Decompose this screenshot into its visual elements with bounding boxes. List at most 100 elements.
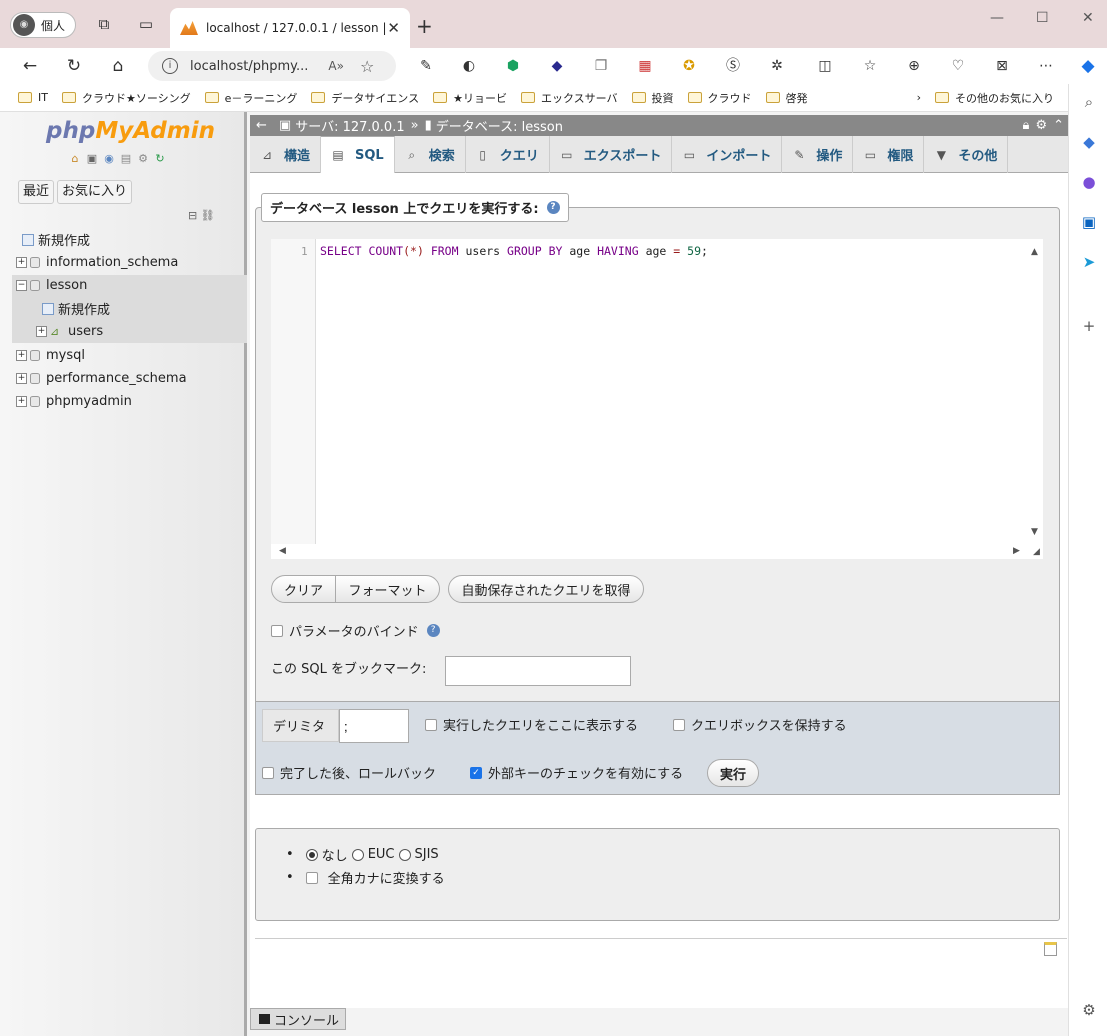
charset-sjis-radio[interactable]	[398, 848, 411, 861]
screenshot-icon[interactable]: ⊠	[992, 56, 1012, 76]
bookmark-folder[interactable]: エックスサーバ	[520, 90, 618, 106]
tree-new-db[interactable]: 新規作成	[22, 228, 90, 251]
tree-db-information-schema[interactable]: + information_schema	[16, 251, 178, 274]
close-window-icon[interactable]: ✕	[1082, 10, 1094, 26]
tab-structure[interactable]: ⊿ 構造	[250, 136, 322, 173]
tab-actions-icon[interactable]: ▭	[136, 14, 156, 34]
logout-icon[interactable]: ▣	[85, 152, 99, 166]
address-bar[interactable]: i localhost/phpmy... A» ☆	[148, 51, 396, 81]
breadcrumb-database[interactable]: データベース: lesson	[436, 116, 563, 135]
expand-icon[interactable]: +	[16, 396, 27, 407]
clear-button[interactable]: クリア	[271, 575, 336, 603]
format-button[interactable]: フォーマット	[335, 575, 440, 603]
tree-db-lesson[interactable]: − lesson	[16, 274, 87, 297]
favorite-star-icon[interactable]: ☆	[360, 57, 374, 76]
s-extension-icon[interactable]: Ⓢ	[723, 56, 743, 76]
maximize-icon[interactable]: ☐	[1036, 10, 1049, 26]
get-autosaved-button[interactable]: 自動保存されたクエリを取得	[448, 575, 644, 603]
layers-extension-icon[interactable]: ◆	[547, 56, 567, 76]
bookmark-folder[interactable]: 啓発	[765, 90, 808, 106]
expand-icon[interactable]: +	[16, 257, 27, 268]
tab-operations[interactable]: ✎ 操作	[782, 136, 854, 173]
collapse-link-icons[interactable]: ⊟ ⛓	[188, 209, 215, 222]
tree-db-performance-schema[interactable]: + performance_schema	[16, 367, 187, 390]
add-sidebar-icon[interactable]: +	[1079, 316, 1099, 336]
page-settings-icon[interactable]: ⚙	[1035, 118, 1047, 133]
scroll-right-icon[interactable]: ▶	[1013, 546, 1020, 556]
keep-box-checkbox[interactable]	[673, 718, 685, 731]
bookmark-input[interactable]	[445, 656, 631, 686]
tab-sql[interactable]: ▤ SQL	[321, 136, 395, 173]
collections-icon[interactable]: ⊕	[904, 56, 924, 76]
back-icon[interactable]: ←	[18, 54, 42, 78]
rollback-checkbox[interactable]	[262, 766, 274, 779]
copy-extension-icon[interactable]: ❐	[591, 56, 611, 76]
bookmark-folder[interactable]: 投資	[631, 90, 674, 106]
sidebar-settings-icon[interactable]: ⚙	[1079, 1000, 1099, 1020]
refresh-icon[interactable]: ↻	[62, 54, 86, 78]
bookmark-folder[interactable]: IT	[18, 91, 48, 104]
tab-search[interactable]: ⌕ 検索	[395, 136, 466, 173]
scroll-up-icon[interactable]: ▲	[1031, 247, 1038, 257]
collapse-top-icon[interactable]: ⌃	[1053, 118, 1064, 133]
outlook-icon[interactable]: ▣	[1079, 212, 1099, 232]
read-aloud-icon[interactable]: A»	[328, 59, 344, 73]
collapse-icon[interactable]: −	[16, 280, 27, 291]
fk-check-checkbox[interactable]: ✓	[470, 766, 482, 779]
colorful-extension-icon[interactable]: ▦	[635, 56, 655, 76]
tab-more[interactable]: ▼ その他	[924, 136, 1009, 173]
sql-editor[interactable]: 1 SELECT COUNT(*) FROM users GROUP BY ag…	[271, 239, 1043, 559]
shield-extension-icon[interactable]: ⬢	[503, 56, 523, 76]
bookmark-folder[interactable]: データサイエンス	[311, 90, 419, 106]
home-icon[interactable]: ⌂	[68, 152, 82, 166]
help-icon[interactable]: ?	[546, 201, 560, 214]
m365-icon[interactable]: ●	[1079, 172, 1099, 192]
tree-db-phpmyadmin[interactable]: + phpmyadmin	[16, 390, 132, 413]
bind-params-checkbox[interactable]	[271, 624, 283, 637]
console-toggle[interactable]: コンソール	[250, 1008, 346, 1030]
docs-icon[interactable]: ◉	[102, 152, 116, 166]
delimiter-input[interactable]	[339, 709, 409, 743]
tab-privileges[interactable]: ▭ 権限	[853, 136, 925, 173]
notes-icon[interactable]	[1044, 942, 1057, 956]
expand-icon[interactable]: +	[16, 373, 27, 384]
expand-icon[interactable]: +	[36, 326, 47, 337]
bookmarks-overflow-icon[interactable]: ›	[917, 91, 921, 104]
breadcrumb-server[interactable]: サーバ: 127.0.0.1	[295, 116, 404, 135]
charset-euc-radio[interactable]	[351, 848, 364, 861]
tree-new-table[interactable]: 新規作成	[42, 297, 110, 320]
browser-tab[interactable]: localhost / 127.0.0.1 / lesson | ph ✕	[170, 8, 410, 48]
minimize-icon[interactable]: —	[990, 10, 1004, 26]
bookmark-folder[interactable]: クラウド★ソーシング	[61, 90, 191, 106]
tree-db-mysql[interactable]: + mysql	[16, 344, 85, 367]
tab-export[interactable]: ▭ エクスポート	[550, 136, 673, 173]
nav-toggle-icon[interactable]: ←	[256, 118, 267, 133]
profile-button[interactable]: ◉ 個人	[10, 12, 76, 38]
execute-button[interactable]: 実行	[707, 759, 759, 787]
tab-import[interactable]: ▭ インポート	[672, 136, 783, 173]
settings-icon[interactable]: ⚙	[136, 152, 150, 166]
other-bookmarks[interactable]: その他のお気に入り	[935, 90, 1054, 106]
bookmark-folder[interactable]: ★リョービ	[433, 90, 507, 106]
tree-table-users[interactable]: + ⊿ users	[36, 320, 103, 343]
workspaces-icon[interactable]: ⧉	[94, 14, 114, 34]
extension-ja-icon[interactable]: ◐	[459, 56, 479, 76]
eyedropper-icon[interactable]: ✎	[416, 56, 436, 76]
help-icon[interactable]: ?	[426, 624, 440, 637]
show-query-checkbox[interactable]	[425, 718, 437, 731]
favorites-button[interactable]: お気に入り	[57, 180, 133, 204]
split-screen-icon[interactable]: ◫	[815, 56, 835, 76]
medal-extension-icon[interactable]: ✪	[679, 56, 699, 76]
puzzle-extensions-icon[interactable]: ✲	[767, 56, 787, 76]
reload-icon[interactable]: ↻	[153, 152, 167, 166]
copilot-icon[interactable]: ◆	[1078, 56, 1098, 76]
sql-code[interactable]: SELECT COUNT(*) FROM users GROUP BY age …	[320, 244, 708, 258]
site-info-icon[interactable]: i	[162, 58, 178, 74]
recent-button[interactable]: 最近	[18, 180, 55, 204]
new-tab-icon[interactable]: +	[416, 14, 433, 38]
close-tab-icon[interactable]: ✕	[387, 19, 400, 37]
more-menu-icon[interactable]: ⋯	[1036, 56, 1056, 76]
favorites-icon[interactable]: ☆	[860, 56, 880, 76]
kana-checkbox[interactable]	[305, 871, 318, 884]
shopping-icon[interactable]: ◆	[1079, 132, 1099, 152]
